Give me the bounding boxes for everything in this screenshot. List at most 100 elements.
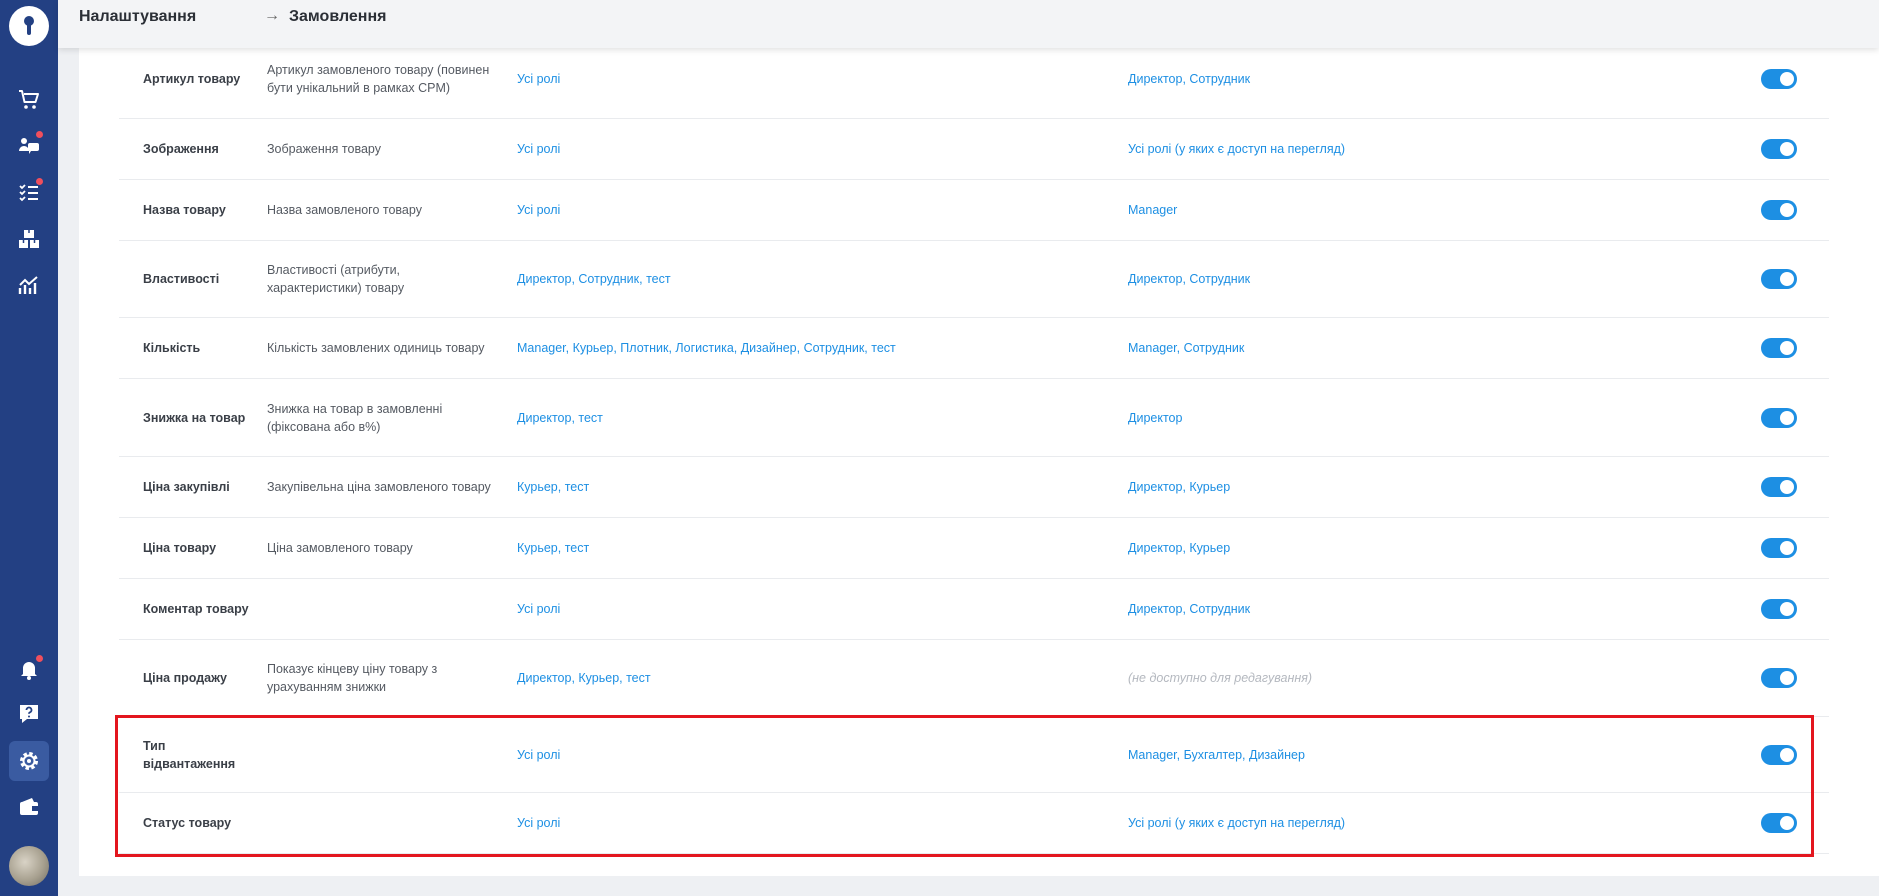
edit-roles-link[interactable]: Усі ролі bbox=[517, 746, 1077, 764]
toggle-knob bbox=[1780, 72, 1794, 86]
toggle-knob bbox=[1780, 541, 1794, 555]
chat-users-icon[interactable] bbox=[17, 131, 43, 157]
field-name: Ціна продажу bbox=[143, 671, 227, 685]
edit-roles-link[interactable]: Директор, Сотрудник, тест bbox=[517, 270, 1077, 288]
view-roles-link[interactable]: Manager bbox=[1128, 201, 1628, 219]
toggle-knob bbox=[1780, 410, 1794, 425]
table-row: Ціна товару Ціна замовленого товару Курь… bbox=[119, 518, 1829, 579]
edit-roles-link[interactable]: Усі ролі bbox=[517, 140, 1077, 158]
table-row: Статус товару Усі ролі Усі ролі (у яких … bbox=[119, 793, 1829, 854]
table-row: Назва товару Назва замовленого товару Ус… bbox=[119, 180, 1829, 241]
toggle-knob bbox=[1780, 272, 1794, 286]
breadcrumb-arrow-icon: → bbox=[264, 7, 280, 24]
breadcrumb-current: Замовлення bbox=[289, 8, 387, 25]
avatar[interactable] bbox=[9, 846, 49, 886]
field-toggle[interactable] bbox=[1761, 668, 1797, 688]
help-icon[interactable] bbox=[17, 702, 41, 726]
field-toggle[interactable] bbox=[1761, 744, 1797, 765]
field-name: Ціна закупівлі bbox=[143, 480, 230, 494]
field-toggle[interactable] bbox=[1761, 599, 1797, 619]
notification-dot bbox=[36, 655, 43, 662]
edit-roles-link[interactable]: Курьер, тест bbox=[517, 478, 1077, 496]
field-toggle[interactable] bbox=[1761, 813, 1797, 833]
notification-dot bbox=[36, 178, 43, 185]
field-toggle[interactable] bbox=[1761, 538, 1797, 558]
field-description: Показує кінцеву ціну товару з урахування… bbox=[267, 662, 438, 694]
cart-icon[interactable] bbox=[17, 88, 41, 112]
field-description: Кількість замовлених одиниць товару bbox=[267, 341, 485, 355]
wallet-icon[interactable] bbox=[17, 795, 41, 819]
edit-roles-link[interactable]: Усі ролі bbox=[517, 70, 1077, 88]
view-roles-link[interactable]: Директор, Сотрудник bbox=[1128, 600, 1628, 618]
edit-roles-link[interactable]: Усі ролі bbox=[517, 600, 1077, 618]
view-roles-link[interactable]: Manager, Сотрудник bbox=[1128, 339, 1628, 357]
toggle-knob bbox=[1780, 602, 1794, 616]
view-roles-link[interactable]: Директор, Сотрудник bbox=[1128, 270, 1628, 288]
toggle-knob bbox=[1780, 480, 1794, 494]
field-toggle[interactable] bbox=[1761, 407, 1797, 428]
view-roles-not-editable: (не доступно для редагування) bbox=[1128, 671, 1313, 685]
view-roles-link[interactable]: Директор, Курьер bbox=[1128, 478, 1628, 496]
breadcrumb-parent[interactable]: Налаштування bbox=[79, 8, 196, 26]
table-row: Зображення Зображення товару Усі ролі Ус… bbox=[119, 119, 1829, 180]
field-toggle[interactable] bbox=[1761, 139, 1797, 159]
view-roles-link[interactable]: Manager, Бухгалтер, Дизайнер bbox=[1128, 746, 1628, 764]
boxes-icon[interactable] bbox=[17, 227, 41, 251]
field-name: Коментар товару bbox=[143, 602, 249, 616]
field-name: Кількість bbox=[143, 341, 201, 355]
toggle-knob bbox=[1780, 671, 1794, 685]
field-description: Властивості (атрибути, характеристики) т… bbox=[267, 263, 405, 295]
field-toggle[interactable] bbox=[1761, 269, 1797, 289]
top-bar: Налаштування → Замовлення bbox=[58, 0, 1879, 48]
logo-keyhole-stem bbox=[27, 23, 31, 35]
field-name: Артикул товару bbox=[143, 72, 241, 86]
task-list-icon[interactable] bbox=[17, 178, 43, 204]
edit-roles-link[interactable]: Директор, тест bbox=[517, 409, 1077, 427]
view-roles-link[interactable]: Директор, Курьер bbox=[1128, 539, 1628, 557]
field-name: Статус товару bbox=[143, 816, 232, 830]
edit-roles-link[interactable]: Усі ролі bbox=[517, 201, 1077, 219]
logo[interactable] bbox=[9, 6, 49, 46]
fields-settings-card: Артикул товару Артикул замовленого товар… bbox=[79, 40, 1879, 876]
view-roles-link[interactable]: Директор, Сотрудник bbox=[1128, 70, 1628, 88]
field-description: Закупівельна ціна замовленого товару bbox=[267, 480, 491, 494]
field-toggle[interactable] bbox=[1761, 200, 1797, 220]
sidebar bbox=[0, 0, 58, 896]
edit-roles-link[interactable]: Директор, Курьер, тест bbox=[517, 669, 1077, 687]
table-row: Властивості Властивості (атрибути, харак… bbox=[119, 241, 1829, 318]
table-row: Ціна продажу Показує кінцеву ціну товару… bbox=[119, 640, 1829, 717]
field-description: Ціна замовленого товару bbox=[267, 541, 413, 555]
table-row: Артикул товару Артикул замовленого товар… bbox=[119, 40, 1829, 119]
table-row: Кількість Кількість замовлених одиниць т… bbox=[119, 318, 1829, 379]
view-roles-link[interactable]: Усі ролі (у яких є доступ на перегляд) bbox=[1128, 140, 1628, 158]
edit-roles-link[interactable]: Усі ролі bbox=[517, 814, 1077, 832]
edit-roles-link[interactable]: Manager, Курьер, Плотник, Логистика, Диз… bbox=[517, 339, 1077, 357]
toggle-knob bbox=[1780, 816, 1794, 830]
gear-icon[interactable] bbox=[17, 749, 41, 773]
field-name: Назва товару bbox=[143, 203, 226, 217]
notification-dot bbox=[36, 131, 43, 138]
edit-roles-link[interactable]: Курьер, тест bbox=[517, 539, 1077, 557]
view-roles-link[interactable]: Усі ролі (у яких є доступ на перегляд) bbox=[1128, 814, 1628, 832]
table-row: Ціна закупівлі Закупівельна ціна замовле… bbox=[119, 457, 1829, 518]
field-name: Властивості bbox=[143, 272, 220, 286]
field-name: Ціна товару bbox=[143, 541, 217, 555]
field-name: Знижка на товар bbox=[143, 410, 246, 425]
table-row: Тип відвантаження Усі ролі Manager, Бухг… bbox=[119, 717, 1829, 793]
field-name: Зображення bbox=[143, 142, 219, 156]
field-toggle[interactable] bbox=[1761, 69, 1797, 89]
analytics-icon[interactable] bbox=[17, 273, 41, 297]
view-roles-link[interactable]: Директор bbox=[1128, 409, 1628, 427]
field-toggle[interactable] bbox=[1761, 477, 1797, 497]
table-row: Знижка на товар Знижка на товар в замовл… bbox=[119, 379, 1829, 457]
bell-icon[interactable] bbox=[17, 655, 43, 681]
toggle-knob bbox=[1780, 341, 1794, 355]
table-row: Коментар товару Усі ролі Директор, Сотру… bbox=[119, 579, 1829, 640]
toggle-knob bbox=[1780, 747, 1794, 762]
field-description: Зображення товару bbox=[267, 142, 381, 156]
field-name: Тип відвантаження bbox=[143, 738, 236, 771]
toggle-knob bbox=[1780, 203, 1794, 217]
field-toggle[interactable] bbox=[1761, 338, 1797, 358]
field-description: Знижка на товар в замовленні (фіксована … bbox=[267, 401, 443, 434]
field-description: Назва замовленого товару bbox=[267, 203, 422, 217]
